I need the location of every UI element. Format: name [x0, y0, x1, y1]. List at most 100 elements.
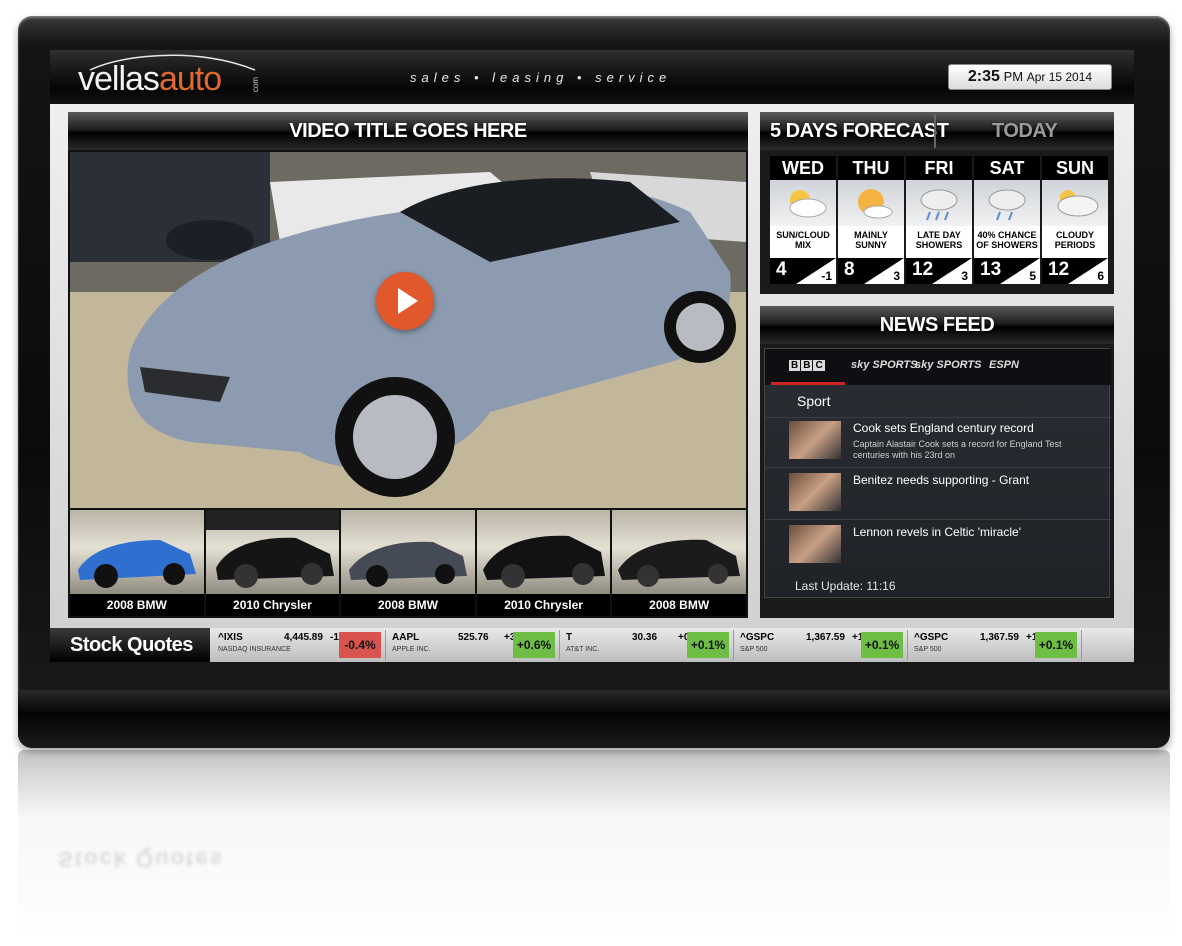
featured-car-image [70, 152, 746, 508]
day-name: WED [770, 156, 836, 180]
tv-reflection: Stock Quotes [18, 750, 1170, 940]
thumbnail-label: 2008 BMW [106, 598, 167, 612]
news-summary: Captain Alastair Cook sets a record for … [853, 439, 1062, 460]
news-headline: Benitez needs supporting - Grant [853, 473, 1030, 487]
news-title: NEWS FEED [760, 306, 1114, 344]
stock-percent: -0.4% [339, 632, 381, 658]
stock-symbol: ^GSPC [740, 632, 775, 643]
rain-icon [906, 180, 972, 226]
thumbnail-2[interactable]: 2010 Chrysler [205, 510, 340, 616]
temperature: 8 3 [838, 258, 904, 284]
temp-low: 3 [961, 269, 968, 283]
logo-part-auto: auto [158, 60, 222, 98]
thumbnail-1[interactable]: 2008 BMW [70, 510, 204, 616]
stock-percent: +0.1% [687, 632, 729, 658]
weather-desc: MAINLY SUNNY [838, 226, 904, 258]
tab-sky-sports-1[interactable]: sky SPORTS [851, 359, 917, 371]
temp-high: 12 [912, 259, 934, 280]
stock-quotes-label: Stock Quotes [50, 628, 210, 662]
stock-symbol: ^IXIS [218, 632, 243, 643]
sun-icon [838, 180, 904, 226]
top-bar: vellasauto com sales • leasing • service… [50, 50, 1134, 104]
stock-name: S&P 500 [914, 646, 942, 653]
active-tab-indicator [771, 382, 845, 385]
forecast-day: FRI LATE DAY SHOWERS 12 3 [906, 156, 972, 284]
stock-symbol: T [566, 632, 573, 643]
stock-quote[interactable]: ^GSPC 1,367.59 +1.85 S&P 500 +0.1% [910, 630, 1082, 660]
news-headline: Lennon revels in Celtic 'miracle' [853, 525, 1021, 539]
thumbnail-label: 2010 Chrysler [233, 598, 312, 612]
day-name: THU [838, 156, 904, 180]
tab-today[interactable]: TODAY [992, 112, 1058, 150]
video-title: VIDEO TITLE GOES HERE [68, 112, 748, 150]
clock-date: Apr 15 2014 [1026, 70, 1093, 84]
forecast-days: WED SUN/CLOUDMIX 4 -1 THU MAINLYSUNNY [770, 156, 1108, 284]
tab-bbc[interactable]: BBC [789, 359, 826, 371]
video-player[interactable] [70, 152, 746, 508]
thumbnail-5[interactable]: 2008 BMW [612, 510, 746, 616]
weather-desc: SUN/CLOUD MIX [770, 226, 836, 258]
thumbnail-label: 2008 BMW [649, 598, 710, 612]
tab-sky-sports-2[interactable]: sky SPORTS [915, 359, 981, 371]
last-update: Last Update: 11:16 [795, 579, 896, 593]
signage-screen: vellasauto com sales • leasing • service… [50, 50, 1134, 662]
stock-price: 4,445.89 [284, 632, 323, 643]
weather-desc: 40% CHANCE OF SHOWERS [974, 226, 1040, 258]
temperature: 4 -1 [770, 258, 836, 284]
stock-percent: +0.1% [861, 632, 903, 658]
stock-symbol: AAPL [392, 632, 420, 643]
temp-low: 5 [1029, 269, 1036, 283]
stock-name: APPLE INC. [392, 646, 431, 653]
forecast-title: 5 DAYS FORECAST [770, 120, 949, 142]
day-name: SAT [974, 156, 1040, 180]
sun-cloud-icon [770, 180, 836, 226]
thumbnail-4[interactable]: 2010 Chrysler [476, 510, 611, 616]
forecast-day: THU MAINLY SUNNY 8 3 [838, 156, 904, 284]
stock-quote[interactable]: ^GSPC 1,367.59 +1.85 S&P 500 +0.1% [736, 630, 908, 660]
divider [765, 417, 1111, 418]
weather-desc: CLOUDY PERIODS [1042, 226, 1108, 258]
temp-low: 6 [1097, 269, 1104, 283]
video-panel: VIDEO TITLE GOES HERE 2008 BMW 2010 Chry… [68, 112, 748, 618]
clock-display: 2:35 PM Apr 15 2014 [948, 64, 1112, 90]
temp-high: 8 [844, 259, 855, 280]
news-section-title: Sport [797, 393, 831, 409]
divider [765, 519, 1111, 520]
stock-quote[interactable]: T 30.36 +0.02 AT&T INC. +0.1% [562, 630, 734, 660]
day-name: SUN [1042, 156, 1108, 180]
brand-logo: vellasauto [78, 60, 222, 98]
thumbnail-strip: 2008 BMW 2010 Chrysler 2008 BMW 2010 Chr… [70, 510, 746, 616]
tagline: sales • leasing • service [410, 70, 672, 85]
tab-espn[interactable]: ESPN [989, 359, 1019, 371]
stock-price: 1,367.59 [980, 632, 1019, 643]
temperature: 12 3 [906, 258, 972, 284]
forecast-day: SAT 40% CHANCE OF SHOWERS 13 5 [974, 156, 1040, 284]
tv-stand-base [18, 690, 1170, 748]
logo-suffix: com [251, 76, 261, 93]
forecast-day: WED SUN/CLOUD MIX 4 -1 [770, 156, 836, 284]
news-headline: Cook sets England century record [853, 421, 1034, 435]
day-name: FRI [906, 156, 972, 180]
stock-quote[interactable]: ^IXIS 4,445.89 -19.43 NASDAQ INSURANCE -… [214, 630, 386, 660]
news-source-tabs: BBC sky SPORTS sky SPORTS ESPN [765, 349, 1111, 385]
stock-name: NASDAQ INSURANCE [218, 646, 291, 653]
news-thumbnail [789, 421, 841, 459]
stock-percent: +0.6% [513, 632, 555, 658]
temperature: 13 5 [974, 258, 1040, 284]
thumbnail-car-image [612, 510, 746, 594]
rain-icon [974, 180, 1040, 226]
logo-part-vellas: vellas [78, 60, 160, 98]
news-panel: NEWS FEED BBC sky SPORTS sky SPORTS ESPN… [760, 306, 1114, 618]
news-thumbnail [789, 473, 841, 511]
stock-price: 30.36 [632, 632, 658, 643]
thumbnail-label: 2008 BMW [377, 598, 438, 612]
thumbnail-3[interactable]: 2008 BMW [341, 510, 475, 616]
stock-name: AT&T INC. [566, 646, 600, 653]
thumbnail-car-image [70, 510, 204, 594]
temp-low: 3 [893, 269, 900, 283]
stock-quote[interactable]: AAPL 525.76 +3.35 APPLE INC. +0.6% [388, 630, 560, 660]
temp-low: -1 [821, 269, 832, 283]
thumbnail-car-image [341, 510, 475, 594]
temp-high: 13 [980, 259, 1002, 280]
play-button[interactable] [376, 272, 434, 330]
